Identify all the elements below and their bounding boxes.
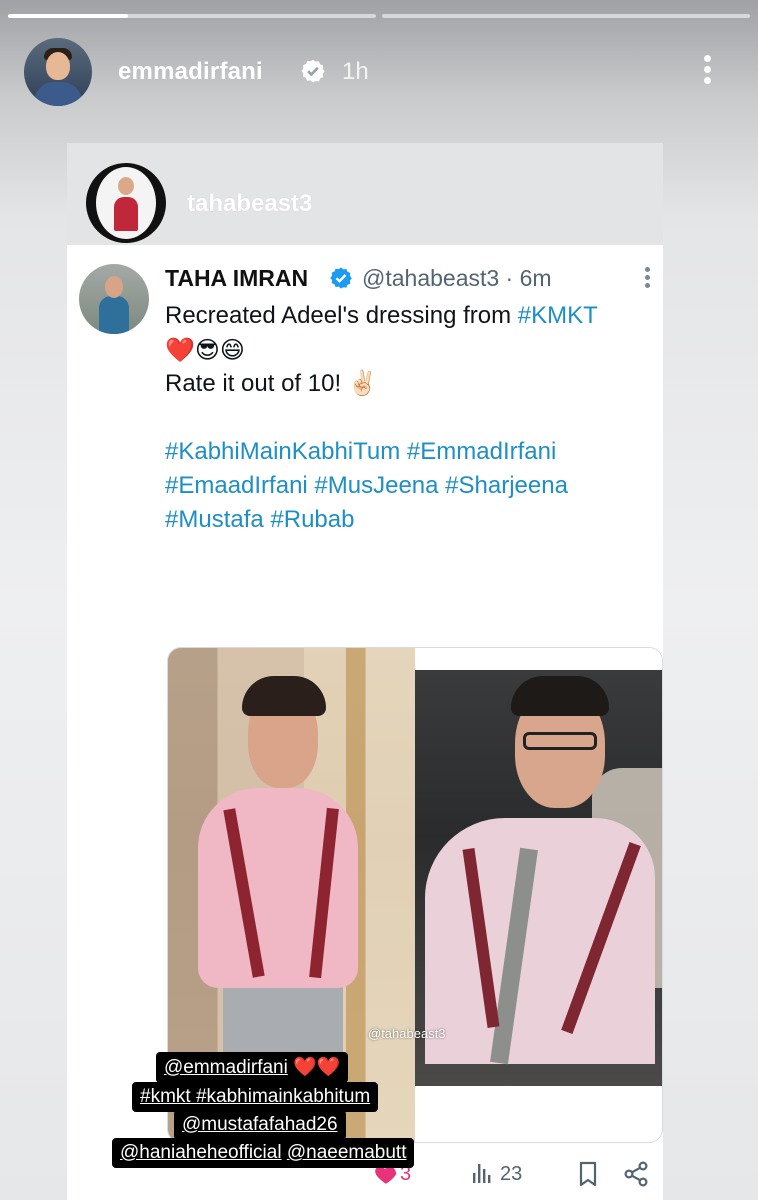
caption-line-4: @haniaheheofficial @naeemabutt bbox=[112, 1138, 415, 1168]
more-vertical-icon[interactable] bbox=[700, 52, 714, 88]
repost-username[interactable]: tahabeast3 bbox=[187, 190, 312, 218]
tweet-avatar[interactable] bbox=[79, 264, 149, 334]
hashtag-link[interactable]: #KMKT bbox=[518, 302, 598, 329]
caption-hearts: ❤️❤️ bbox=[293, 1056, 341, 1078]
views-count: 23 bbox=[500, 1163, 523, 1185]
verified-badge-icon bbox=[301, 59, 325, 83]
shared-post-card[interactable]: tahabeast3 TAHA IMRAN @tahabeast3 · 6m R… bbox=[67, 143, 663, 1200]
bookmark-icon[interactable] bbox=[577, 1161, 599, 1187]
story-progress-bar-2 bbox=[382, 14, 750, 18]
tweet-text-line1: Recreated Adeel's dressing from bbox=[165, 302, 518, 329]
story-time: 1h bbox=[342, 58, 369, 85]
views-icon[interactable] bbox=[472, 1161, 494, 1185]
hashtag-line-3[interactable]: #Mustafa #Rubab bbox=[165, 503, 655, 537]
mention-link[interactable]: @haniaheheofficial bbox=[120, 1142, 282, 1163]
photo-original bbox=[415, 648, 662, 1142]
repost-avatar[interactable] bbox=[86, 163, 166, 243]
story-avatar[interactable] bbox=[24, 38, 92, 106]
tweet-handle-time[interactable]: @tahabeast3 · 6m bbox=[362, 265, 552, 292]
story-progress-bar-1 bbox=[8, 14, 376, 18]
hashtag-link[interactable]: #kmkt #kabhimainkabhitum bbox=[140, 1086, 370, 1107]
mention-link[interactable]: @mustafafahad26 bbox=[182, 1114, 338, 1135]
hashtag-line-2[interactable]: #EmaadIrfani #MusJeena #Sharjeena bbox=[165, 469, 655, 503]
tweet-author-name[interactable]: TAHA IMRAN bbox=[165, 265, 308, 292]
caption-line-1: @emmadirfani ❤️❤️ bbox=[156, 1052, 349, 1083]
verified-badge-icon bbox=[330, 267, 352, 289]
mention-link[interactable]: @emmadirfani bbox=[164, 1057, 288, 1078]
caption-line-2: #kmkt #kabhimainkabhitum bbox=[132, 1082, 379, 1112]
more-vertical-icon[interactable] bbox=[643, 267, 651, 293]
tweet-emojis: ❤️😎😄 bbox=[165, 336, 245, 364]
caption-line-3: @mustafafahad26 bbox=[174, 1110, 346, 1140]
mention-link[interactable]: @naeemabutt bbox=[287, 1142, 407, 1163]
repost-header: tahabeast3 bbox=[67, 143, 663, 245]
story-header: emmadirfani 1h bbox=[0, 36, 758, 106]
tweet-text: Recreated Adeel's dressing from #KMKT ❤️… bbox=[165, 299, 655, 537]
story-username[interactable]: emmadirfani bbox=[118, 58, 263, 86]
tweet-text-line3: Rate it out of 10! ✌🏻 bbox=[165, 370, 378, 397]
share-icon[interactable] bbox=[623, 1161, 649, 1187]
hashtag-line-1[interactable]: #KabhiMainKabhiTum #EmmadIrfani bbox=[165, 435, 655, 469]
image-watermark: @tahabeast3 bbox=[368, 1026, 446, 1041]
